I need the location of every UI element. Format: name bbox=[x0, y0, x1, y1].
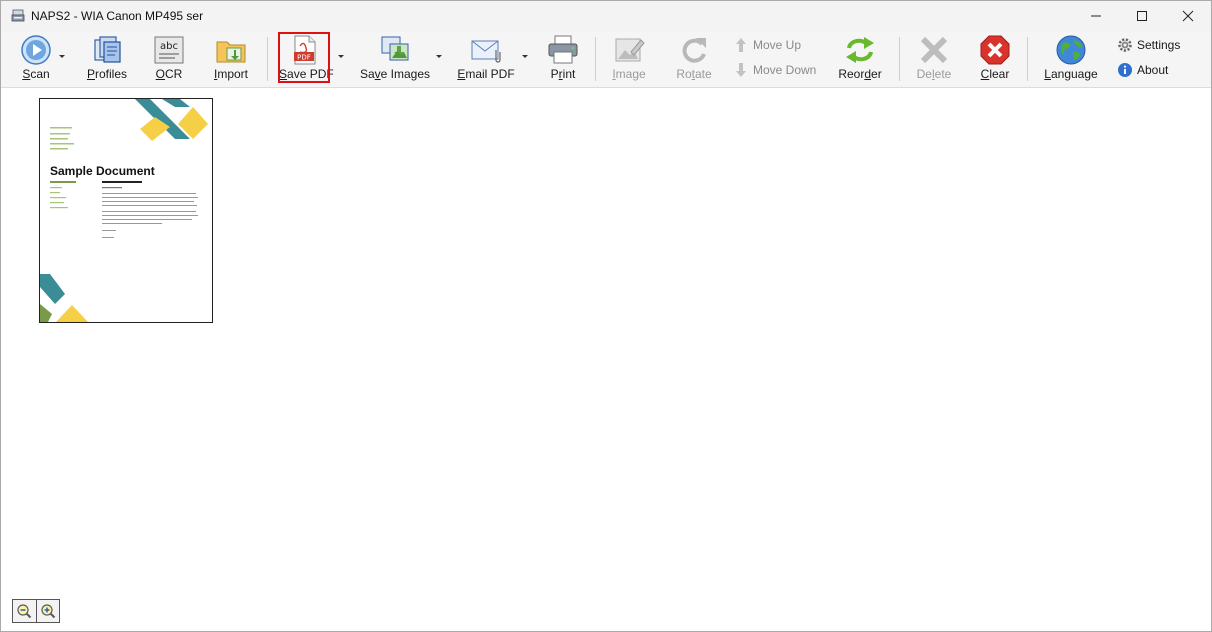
rotate-button[interactable]: Rotate bbox=[671, 31, 717, 85]
scan-play-icon bbox=[21, 35, 51, 65]
info-icon bbox=[1118, 63, 1132, 77]
printer-icon bbox=[548, 35, 578, 64]
globe-icon bbox=[1056, 35, 1086, 65]
thumbnail-area[interactable]: Sample Document bbox=[1, 88, 1211, 631]
thumbnail-title: Sample Document bbox=[50, 164, 155, 178]
zoom-out-icon bbox=[17, 604, 32, 619]
toolbar-separator bbox=[267, 37, 268, 81]
zoom-in-button[interactable] bbox=[35, 600, 60, 622]
profiles-button[interactable]: Profiles bbox=[81, 31, 133, 85]
ocr-icon: abc bbox=[154, 36, 184, 64]
window-title: NAPS2 - WIA Canon MP495 ser bbox=[31, 9, 204, 23]
zoom-in-icon bbox=[41, 604, 55, 619]
clear-icon bbox=[980, 35, 1010, 65]
email-pdf-dropdown-arrow[interactable] bbox=[522, 55, 528, 58]
ocr-button[interactable]: abc OCR bbox=[149, 31, 189, 85]
move-down-button[interactable]: Move Down bbox=[733, 60, 816, 80]
svg-text:abc: abc bbox=[160, 41, 178, 52]
save-images-button[interactable]: Save Images bbox=[357, 31, 433, 85]
image-edit-icon bbox=[615, 38, 645, 62]
image-button[interactable]: Image bbox=[607, 31, 651, 85]
reorder-arrows-icon bbox=[846, 37, 874, 63]
save-images-dropdown-arrow[interactable] bbox=[436, 55, 442, 58]
document-page-preview: Sample Document bbox=[40, 99, 208, 322]
delete-button[interactable]: Delete bbox=[911, 31, 957, 85]
maximize-icon bbox=[1137, 11, 1147, 21]
arrow-down-icon bbox=[736, 63, 746, 77]
page-thumbnail[interactable]: Sample Document bbox=[39, 98, 213, 323]
toolbar-separator bbox=[899, 37, 900, 81]
language-button[interactable]: Language bbox=[1041, 31, 1101, 85]
toolbar: Scan Profiles abc OCR Import PDF Save PD… bbox=[1, 31, 1211, 88]
clear-button[interactable]: Clear bbox=[973, 31, 1017, 85]
minimize-icon bbox=[1091, 15, 1101, 17]
print-button[interactable]: Print bbox=[543, 31, 583, 85]
save-images-icon bbox=[381, 36, 409, 61]
toolbar-separator bbox=[1027, 37, 1028, 81]
reorder-button[interactable]: Reorder bbox=[835, 31, 885, 85]
profiles-icon bbox=[94, 36, 121, 63]
delete-x-icon bbox=[920, 36, 948, 64]
title-bar[interactable]: NAPS2 - WIA Canon MP495 ser bbox=[1, 1, 1211, 31]
zoom-controls bbox=[12, 599, 60, 623]
save-pdf-highlight bbox=[278, 32, 330, 83]
minimize-button[interactable] bbox=[1073, 1, 1119, 31]
email-pdf-button[interactable]: Email PDF bbox=[455, 31, 517, 85]
scanner-app-icon bbox=[11, 9, 25, 22]
toolbar-separator bbox=[595, 37, 596, 81]
import-button[interactable]: Import bbox=[209, 31, 253, 85]
zoom-out-button[interactable] bbox=[13, 600, 36, 622]
move-up-button[interactable]: Move Up bbox=[733, 35, 801, 55]
import-folder-icon bbox=[216, 41, 246, 63]
main-window: NAPS2 - WIA Canon MP495 ser Scan Profile… bbox=[0, 0, 1212, 632]
close-icon bbox=[1182, 10, 1194, 22]
arrow-up-icon bbox=[736, 38, 746, 52]
gear-icon bbox=[1118, 38, 1132, 52]
settings-button[interactable]: Settings bbox=[1117, 35, 1180, 55]
about-button[interactable]: About bbox=[1117, 60, 1168, 80]
close-button[interactable] bbox=[1165, 1, 1211, 31]
email-icon bbox=[471, 40, 501, 63]
save-pdf-dropdown-arrow[interactable] bbox=[338, 55, 344, 58]
rotate-icon bbox=[682, 38, 706, 63]
maximize-button[interactable] bbox=[1119, 1, 1165, 31]
scan-dropdown-arrow[interactable] bbox=[59, 55, 65, 58]
scan-button[interactable]: Scan bbox=[13, 31, 59, 85]
